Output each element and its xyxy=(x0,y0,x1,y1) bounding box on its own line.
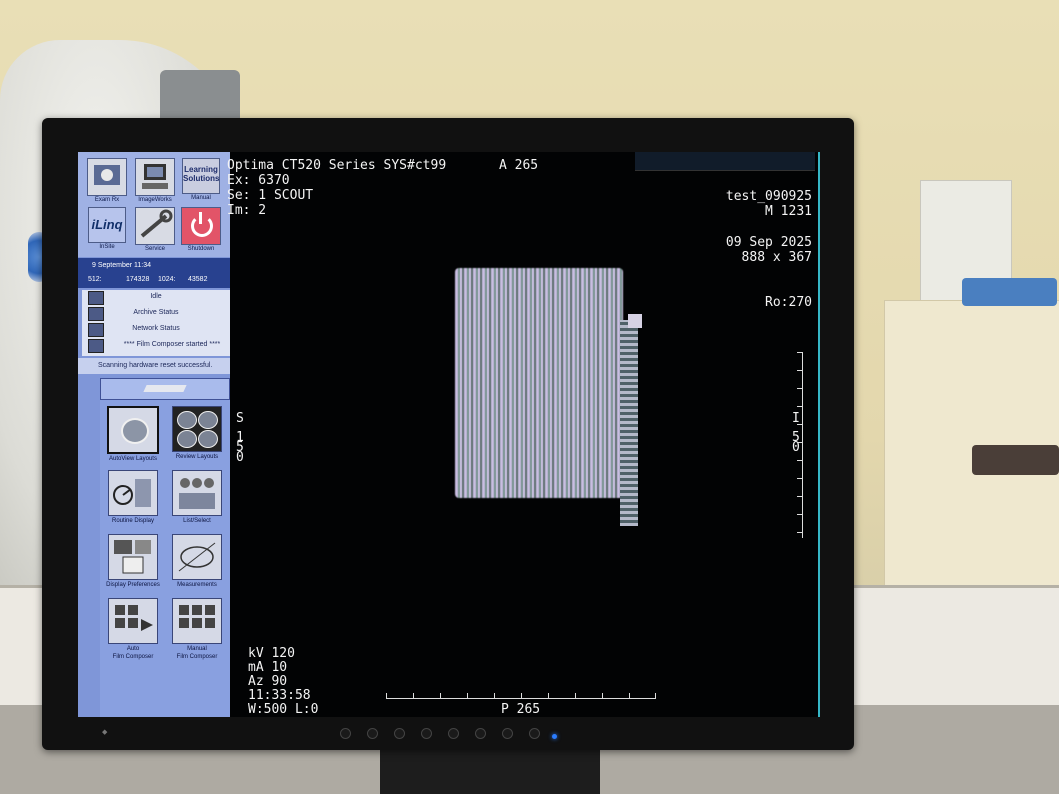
date-bar: 9 September 11:34 512: 174328 1024: 4358… xyxy=(78,258,230,288)
monitor-stand xyxy=(380,750,600,794)
azimuth-value: Az 90 xyxy=(248,674,288,689)
measurements-icon xyxy=(172,534,222,580)
network-status[interactable]: Network Status xyxy=(82,322,230,338)
measurements-button[interactable]: Measurements xyxy=(166,534,228,596)
rotation: Ro:270 xyxy=(765,295,812,310)
orient-s: S xyxy=(236,411,244,426)
review-layouts-icon xyxy=(172,406,222,452)
screen: Exam Rx ImageWorks Learning Solutions Ma… xyxy=(78,152,820,717)
monitor-button[interactable] xyxy=(475,728,486,739)
monitor-button[interactable] xyxy=(394,728,405,739)
film-composer-status[interactable]: **** Film Composer started **** xyxy=(82,338,230,354)
matrix-512-value: 174328 xyxy=(126,276,150,283)
top-strip xyxy=(635,152,815,171)
insite-button[interactable]: iLinq InSite xyxy=(84,207,130,257)
auto-film-composer-icon xyxy=(108,598,158,644)
exam-rx-button[interactable]: Exam Rx xyxy=(84,158,130,208)
ma-value: mA 10 xyxy=(248,660,288,675)
idle-status[interactable]: Idle xyxy=(82,290,230,306)
monitor-button[interactable] xyxy=(367,728,378,739)
power-icon xyxy=(181,207,221,245)
chair xyxy=(972,445,1059,475)
scan-time: 11:33:58 xyxy=(248,688,311,703)
orient-left-0: 0 xyxy=(236,450,244,465)
insite-icon: iLinq xyxy=(88,207,126,243)
monitor-button[interactable] xyxy=(421,728,432,739)
routine-display-button[interactable]: Routine Display xyxy=(102,470,164,532)
list-select-button[interactable]: List/Select xyxy=(166,470,228,532)
anterior-label: A 265 xyxy=(499,158,539,173)
routine-display-icon xyxy=(108,470,158,516)
network-icon xyxy=(88,323,104,337)
blue-case xyxy=(962,278,1057,306)
imageworks-button[interactable]: ImageWorks xyxy=(132,158,178,208)
monitor-button[interactable] xyxy=(529,728,540,739)
tool-header xyxy=(100,378,230,400)
posterior-label: P 265 xyxy=(501,702,541,717)
message-bar: Scanning hardware reset successful. xyxy=(78,358,230,374)
monitor-logo-icon: ◆ xyxy=(102,729,108,736)
image-number: Im: 2 xyxy=(227,203,267,218)
monitor-button[interactable] xyxy=(502,728,513,739)
tool-area: AutoView Layouts Review Layouts Routine … xyxy=(100,378,230,717)
image-size: 888 x 367 xyxy=(741,250,812,265)
scanner-status-icon xyxy=(88,291,104,305)
monitor-button[interactable] xyxy=(448,728,459,739)
monitor-button[interactable] xyxy=(340,728,351,739)
power-led-icon xyxy=(552,734,557,739)
vertical-scale xyxy=(796,352,803,538)
system-header: Optima CT520 Series SYS#ct99 xyxy=(227,158,447,173)
manual-icon: Learning Solutions xyxy=(182,158,220,194)
image-viewport[interactable]: Optima CT520 Series SYS#ct99 A 265 Ex: 6… xyxy=(227,152,820,717)
manual-button[interactable]: Learning Solutions Manual xyxy=(178,158,224,208)
archive-icon xyxy=(88,307,104,321)
service-button[interactable]: Service xyxy=(132,207,178,257)
archive-status[interactable]: Archive Status xyxy=(82,306,230,322)
shutdown-button[interactable]: Shutdown xyxy=(178,207,224,257)
matrix-1024-label: 1024: xyxy=(158,276,176,283)
status-box: Idle Archive Status Network Status **** … xyxy=(82,290,230,356)
scout-image-tab xyxy=(628,314,642,328)
autoview-layouts-icon xyxy=(107,406,159,454)
film-icon xyxy=(88,339,104,353)
auto-film-composer-button[interactable]: Auto Film Composer xyxy=(102,598,164,660)
imageworks-icon xyxy=(135,158,175,196)
system-date: 9 September 11:34 xyxy=(92,262,152,269)
autoview-layouts-button[interactable]: AutoView Layouts xyxy=(102,406,164,468)
patient-name: test_090925 xyxy=(725,189,812,204)
window-level: W:500 L:0 xyxy=(248,702,319,717)
top-icon-area: Exam Rx ImageWorks Learning Solutions Ma… xyxy=(78,152,230,257)
manual-film-composer-button[interactable]: Manual Film Composer xyxy=(166,598,228,660)
matrix-1024-value: 43582 xyxy=(188,276,208,283)
series-label: Se: 1 SCOUT xyxy=(227,188,314,203)
left-panel: Exam Rx ImageWorks Learning Solutions Ma… xyxy=(78,152,230,717)
horizontal-scale xyxy=(386,692,656,699)
scout-image-edge xyxy=(620,320,638,526)
exam-rx-icon xyxy=(87,158,127,196)
manual-film-composer-icon xyxy=(172,598,222,644)
kv-value: kV 120 xyxy=(248,646,295,661)
exam-number: Ex: 6370 xyxy=(227,173,290,188)
study-date: 09 Sep 2025 xyxy=(725,235,812,250)
matrix-512-label: 512: xyxy=(88,276,102,283)
list-select-icon xyxy=(172,470,222,516)
patient-id: M 1231 xyxy=(765,204,812,219)
monitor-buttons xyxy=(340,728,540,739)
review-layouts-button[interactable]: Review Layouts xyxy=(166,406,228,468)
scout-image xyxy=(455,268,623,498)
service-icon xyxy=(135,207,175,245)
display-preferences-icon xyxy=(108,534,158,580)
display-preferences-button[interactable]: Display Preferences xyxy=(102,534,164,596)
